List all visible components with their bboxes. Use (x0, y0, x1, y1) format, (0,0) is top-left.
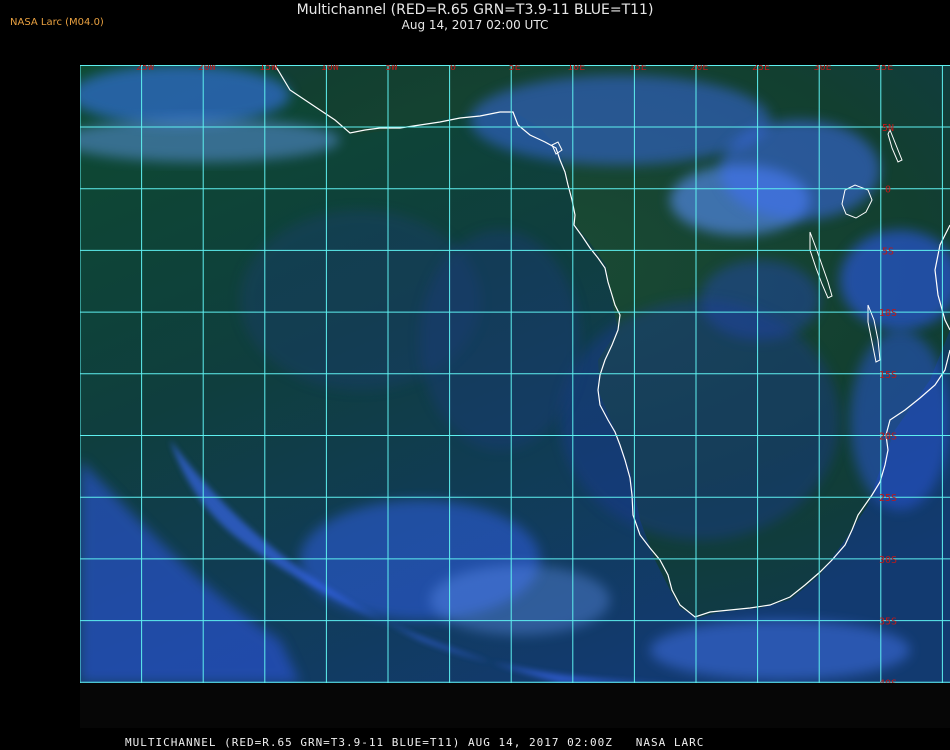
longitude-label: 25E (752, 62, 770, 73)
longitude-label: 10E (567, 62, 585, 73)
latitude-label: 10S (879, 308, 897, 319)
longitude-label: 35E (875, 62, 893, 73)
longitude-label: 30E (814, 62, 832, 73)
longitude-label: 5W (385, 62, 398, 73)
latitude-label: 35S (879, 617, 897, 628)
latitude-label: 25S (879, 493, 897, 504)
longitude-label: 0 (450, 62, 456, 73)
latitude-label: 0 (885, 185, 891, 196)
longitude-label: 5E (509, 62, 521, 73)
footer-caption: MULTICHANNEL (RED=R.65 GRN=T3.9-11 BLUE=… (125, 736, 705, 749)
longitude-label: 20E (690, 62, 708, 73)
latitude-label: 20S (879, 432, 897, 443)
longitude-label: 25W (136, 62, 155, 73)
longitude-label: 20W (198, 62, 217, 73)
longitude-label: 10W (321, 62, 340, 73)
latitude-label: 5S (882, 246, 894, 257)
latitude-label: 5N (882, 123, 894, 134)
satellite-map: 25W 20W 15W 10W 5W 0 5E 10E 15E 20E 25E 30E 35E 5N 0 5S… (80, 62, 950, 728)
lower-frame (80, 683, 950, 728)
latitude-label: 15S (879, 370, 897, 381)
longitude-label: 15W (259, 62, 278, 73)
longitude-label: 15E (629, 62, 647, 73)
latitude-label: 30S (879, 555, 897, 566)
